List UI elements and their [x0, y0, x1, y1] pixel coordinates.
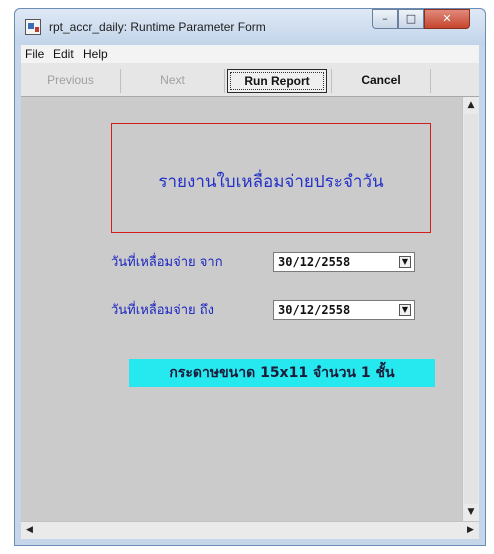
maximize-button[interactable]: □ — [398, 9, 424, 29]
toolbar: Previous Next Run Report Cancel — [21, 63, 479, 97]
scroll-right-icon[interactable]: ▶ — [462, 522, 479, 539]
date-to-label: วันที่เหลื่อมจ่าย ถึง — [111, 303, 214, 318]
minimize-button[interactable]: – — [372, 9, 398, 29]
menu-bar: File Edit Help — [21, 45, 479, 63]
date-to-select[interactable]: 30/12/2558 ▼ — [273, 300, 415, 320]
horizontal-scrollbar[interactable]: ◀ ▶ — [21, 521, 479, 539]
report-app-icon[interactable] — [25, 19, 41, 35]
scroll-left-icon[interactable]: ◀ — [21, 522, 38, 539]
date-from-value: 30/12/2558 — [278, 255, 351, 269]
report-title-box: รายงานใบเหลื่อมจ่ายประจำวัน — [111, 123, 431, 233]
chevron-down-icon[interactable]: ▼ — [399, 256, 411, 268]
report-title: รายงานใบเหลื่อมจ่ายประจำวัน — [158, 172, 384, 192]
title-bar[interactable]: rpt_accr_daily: Runtime Parameter Form –… — [15, 9, 485, 45]
paper-size-note: กระดาษขนาด 15x11 จำนวน 1 ชั้น — [129, 359, 435, 387]
vertical-scroll-thumb[interactable] — [464, 114, 478, 504]
close-button[interactable]: ✕ — [424, 9, 470, 29]
window-title: rpt_accr_daily: Runtime Parameter Form — [49, 20, 266, 34]
date-from-label: วันที่เหลื่อมจ่าย จาก — [111, 255, 223, 270]
menu-edit[interactable]: Edit — [53, 47, 74, 61]
chevron-down-icon[interactable]: ▼ — [399, 304, 411, 316]
previous-button[interactable]: Previous — [21, 69, 121, 93]
scroll-down-icon[interactable]: ▼ — [463, 504, 479, 521]
scroll-up-icon[interactable]: ▲ — [463, 97, 479, 114]
date-from-select[interactable]: 30/12/2558 ▼ — [273, 252, 415, 272]
parameter-form: รายงานใบเหลื่อมจ่ายประจำวัน วันที่เหลื่อ… — [21, 97, 479, 539]
app-window: rpt_accr_daily: Runtime Parameter Form –… — [14, 8, 486, 546]
next-button[interactable]: Next — [121, 69, 225, 93]
menu-file[interactable]: File — [25, 47, 44, 61]
run-report-button[interactable]: Run Report — [227, 69, 327, 93]
cancel-button[interactable]: Cancel — [331, 69, 431, 93]
date-to-value: 30/12/2558 — [278, 303, 351, 317]
menu-help[interactable]: Help — [83, 47, 108, 61]
vertical-scrollbar[interactable]: ▲ ▼ — [462, 97, 479, 521]
